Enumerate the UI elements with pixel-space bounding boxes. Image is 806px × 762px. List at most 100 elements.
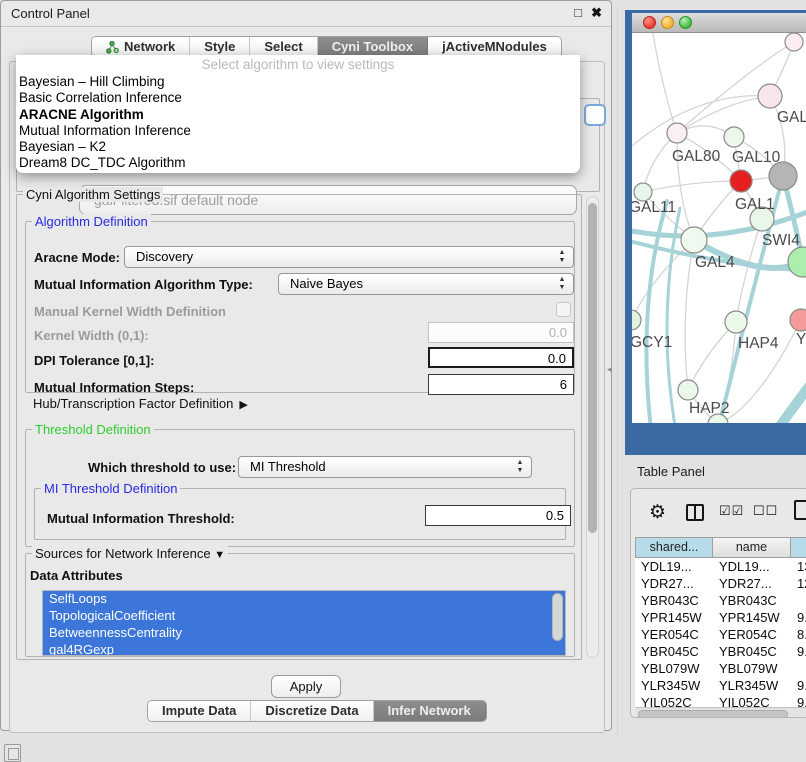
table-row[interactable]: YBL079WYBL079W xyxy=(635,660,806,677)
tab-style[interactable]: Style xyxy=(190,37,250,57)
dock-panel-icon[interactable] xyxy=(4,744,21,762)
network-node[interactable] xyxy=(667,123,687,143)
table-hscroll-thumb[interactable] xyxy=(638,710,788,718)
manual-kernel-label: Manual Kernel Width Definition xyxy=(34,304,226,319)
focused-help-button[interactable] xyxy=(584,104,606,126)
network-node[interactable] xyxy=(758,84,782,108)
sources-group-title: Sources for Network Inference ▼ xyxy=(32,546,228,561)
network-node[interactable] xyxy=(785,33,803,51)
network-node[interactable] xyxy=(730,170,752,192)
columns-icon[interactable] xyxy=(686,504,704,521)
table-cell: 9. xyxy=(791,609,806,626)
algorithm-option[interactable]: Basic Correlation Inference xyxy=(16,90,580,106)
minimize-traffic-light-icon[interactable] xyxy=(661,16,674,29)
attr-list-scrollbar[interactable] xyxy=(552,593,563,641)
tab-jactivemnodules[interactable]: jActiveMNodules xyxy=(428,37,561,57)
cyni-algorithm-settings-group: Cyni Algorithm Settings Algorithm Defini… xyxy=(16,194,582,660)
network-node[interactable] xyxy=(769,162,797,190)
table-row[interactable]: YBR043CYBR043C xyxy=(635,592,806,609)
which-threshold-label: Which threshold to use: xyxy=(88,460,236,475)
new-table-icon[interactable] xyxy=(794,500,806,520)
panel-resize-handle[interactable]: ◂ xyxy=(607,364,612,375)
tab-impute-data[interactable]: Impute Data xyxy=(148,701,251,721)
network-edge[interactable] xyxy=(643,181,741,192)
algorithm-option[interactable]: Mutual Information Inference xyxy=(16,123,580,139)
network-edge[interactable] xyxy=(685,240,694,390)
table-row[interactable]: YPR145WYPR145W9. xyxy=(635,609,806,626)
select-all-columns-icon[interactable]: ☑☑ xyxy=(719,503,744,519)
tab-cyni-toolbox[interactable]: Cyni Toolbox xyxy=(318,37,428,57)
tab-style-label: Style xyxy=(204,37,235,57)
which-threshold-combo[interactable]: MI Threshold ▲▼ xyxy=(238,456,532,478)
table-horizontal-scrollbar[interactable] xyxy=(635,707,806,718)
table-toolbar: ⚙ ☑☑ ☐☐ xyxy=(631,497,806,531)
network-edge[interactable] xyxy=(632,96,770,153)
algorithm-option[interactable]: Dream8 DC_TDC Algorithm xyxy=(16,155,580,171)
mi-type-combo[interactable]: Naive Bayes ▲▼ xyxy=(278,273,574,295)
data-attributes-list[interactable]: SelfLoopsTopologicalCoefficientBetweenne… xyxy=(42,590,566,656)
network-node[interactable] xyxy=(681,227,707,253)
float-window-icon[interactable]: □ xyxy=(574,5,582,20)
table-cell: YBR045C xyxy=(713,643,791,660)
sources-collapse-icon[interactable]: ▼ xyxy=(214,549,225,561)
network-canvas[interactable]: GALGAL80GAL10GAL1GAL11SWI4GAL4GCY1HAP4YH… xyxy=(632,33,806,423)
hub-definition-disclosure[interactable]: Hub/Transcription Factor Definition▶ xyxy=(33,396,248,411)
node-label: HAP2 xyxy=(689,400,730,417)
manual-kernel-checkbox[interactable] xyxy=(556,302,571,317)
data-attribute-item[interactable]: BetweennessCentrality xyxy=(43,625,565,642)
column-header[interactable]: A xyxy=(791,537,806,558)
gear-icon[interactable]: ⚙ xyxy=(649,501,666,524)
close-window-icon[interactable]: ✖ xyxy=(591,5,602,21)
column-header[interactable]: shared... xyxy=(635,537,713,558)
data-attribute-item[interactable]: SelfLoops xyxy=(43,591,565,608)
aracne-mode-combo[interactable]: Discovery ▲▼ xyxy=(124,246,574,268)
network-node[interactable] xyxy=(632,310,641,330)
node-label: SWI4 xyxy=(762,232,800,249)
table-row[interactable]: YDL19...YDL19...13 xyxy=(635,558,806,575)
tab-discretize-data[interactable]: Discretize Data xyxy=(251,701,373,721)
algorithm-option[interactable]: Bayesian – Hill Climbing xyxy=(16,74,580,90)
tab-select[interactable]: Select xyxy=(250,37,317,57)
mi-threshold-field[interactable]: 0.5 xyxy=(425,505,571,526)
node-label: GAL1 xyxy=(735,196,775,213)
settings-scrollbar[interactable] xyxy=(586,196,599,658)
window-title: Control Panel xyxy=(11,6,90,21)
node-table-header: shared...nameA xyxy=(635,537,806,558)
network-node[interactable] xyxy=(678,380,698,400)
algorithm-option[interactable]: Bayesian – K2 xyxy=(16,139,580,155)
apply-button[interactable]: Apply xyxy=(271,675,341,698)
table-cell: YPR145W xyxy=(713,609,791,626)
node-label: GAL80 xyxy=(672,148,721,165)
table-row[interactable]: YER054CYER054C8. xyxy=(635,626,806,643)
table-cell: 9. xyxy=(791,694,806,707)
threshold-definition-title: Threshold Definition xyxy=(32,422,154,437)
network-node[interactable] xyxy=(725,311,747,333)
table-row[interactable]: YBR045CYBR045C9. xyxy=(635,643,806,660)
column-header[interactable]: name xyxy=(713,537,791,558)
network-edge-highlighted[interactable] xyxy=(754,385,806,423)
tab-network[interactable]: Network xyxy=(92,37,190,57)
dpi-tolerance-field[interactable]: 0.0 xyxy=(428,347,574,368)
table-row[interactable]: YLR345WYLR345W9. xyxy=(635,677,806,694)
table-cell: YER054C xyxy=(635,626,713,643)
mi-steps-field[interactable]: 6 xyxy=(428,374,574,395)
algorithm-option[interactable]: ARACNE Algorithm xyxy=(16,107,580,123)
tab-infer-network-label: Infer Network xyxy=(388,701,471,721)
network-node[interactable] xyxy=(790,309,806,331)
network-node[interactable] xyxy=(724,127,744,147)
combo-arrows-icon: ▲▼ xyxy=(557,276,567,292)
hub-definition-label: Hub/Transcription Factor Definition xyxy=(33,396,233,411)
close-traffic-light-icon[interactable] xyxy=(643,16,656,29)
data-attribute-item[interactable]: TopologicalCoefficient xyxy=(43,608,565,625)
deselect-all-columns-icon[interactable]: ☐☐ xyxy=(753,503,778,519)
tab-infer-network[interactable]: Infer Network xyxy=(374,701,486,721)
settings-scrollbar-thumb[interactable] xyxy=(588,203,597,533)
kernel-width-field[interactable]: 0.0 xyxy=(428,322,574,343)
table-cell: 12 xyxy=(791,575,806,592)
network-node[interactable] xyxy=(788,247,806,277)
table-cell: YBR045C xyxy=(635,643,713,660)
data-attribute-item[interactable]: gal4RGexp xyxy=(43,642,565,656)
table-row[interactable]: YDR27...YDR27...12 xyxy=(635,575,806,592)
table-row[interactable]: YIL052CYIL052C9. xyxy=(635,694,806,707)
zoom-traffic-light-icon[interactable] xyxy=(679,16,692,29)
